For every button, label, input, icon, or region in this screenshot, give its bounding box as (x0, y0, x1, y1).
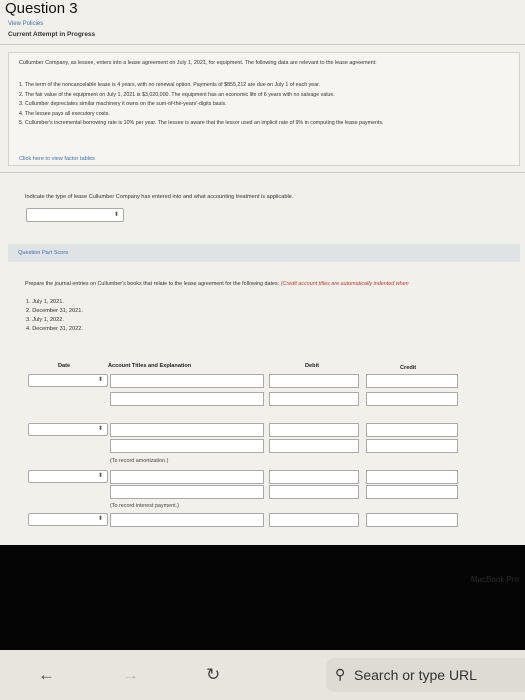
account-title-input[interactable] (110, 374, 264, 388)
screen-bezel-area: MacBook Pro (0, 545, 525, 650)
debit-input[interactable] (269, 374, 359, 388)
debit-input[interactable] (269, 439, 359, 453)
current-attempt-label: Current Attempt in Progress (8, 31, 96, 38)
question-part-score-bar: Question Part Score (8, 244, 520, 262)
fact-item: 5. Cullumber's incremental borrowing rat… (19, 120, 384, 126)
url-search-bar[interactable]: ⚲ Search or type URL (326, 658, 525, 692)
lease-type-prompt: Indicate the type of lease Cullumber Com… (25, 194, 294, 200)
date-column-header: Date (58, 363, 71, 369)
facts-list: 1. The term of the noncancelable lease i… (19, 81, 384, 129)
debit-input[interactable] (269, 470, 359, 484)
date-item: 1. July 1, 2021. (26, 299, 64, 305)
select-arrows-icon: ⬍ (113, 212, 119, 218)
fact-item: 1. The term of the noncancelable lease i… (19, 82, 321, 88)
lease-type-section: Indicate the type of lease Cullumber Com… (8, 170, 520, 280)
journal-prompt-text: Prepare the journal entries on Cullumber… (25, 281, 281, 287)
url-search-placeholder: Search or type URL (354, 667, 477, 683)
select-arrows-icon: ⬍ (97, 516, 103, 522)
credit-input[interactable] (366, 374, 458, 388)
interest-memo: (To record interest payment.) (110, 503, 179, 509)
date-item: 3. July 1, 2022. (26, 317, 64, 323)
view-policies-link[interactable]: View Policies (8, 21, 43, 27)
debit-column-header: Debit (305, 363, 319, 369)
debit-input[interactable] (269, 485, 359, 499)
fact-item: 3. Cullumber depreciates similar machine… (19, 101, 227, 107)
dates-list: 1. July 1, 2021. 2. December 31, 2021. 3… (26, 298, 83, 334)
date-select[interactable]: ⬍ (28, 374, 108, 387)
lease-type-select[interactable]: ⬍ (26, 208, 124, 222)
account-column-header: Account Titles and Explanation (108, 363, 192, 369)
question-title: Question 3 (5, 0, 78, 17)
credit-input[interactable] (366, 485, 458, 499)
date-select[interactable]: ⬍ (28, 423, 108, 436)
account-title-input[interactable] (110, 392, 264, 406)
fact-item: 4. The lessee pays all executory costs. (19, 110, 110, 117)
account-title-input[interactable] (110, 513, 264, 527)
factor-tables-link[interactable]: Click here to view factor tables (19, 156, 95, 162)
fact-item: 2. The fair value of the equipment on Ju… (19, 91, 335, 98)
credit-input[interactable] (366, 439, 458, 453)
back-arrow-icon[interactable]: ← (38, 666, 55, 683)
select-arrows-icon: ⬍ (97, 473, 103, 479)
journal-prompt: Prepare the journal entries on Cullumber… (25, 281, 409, 287)
select-arrows-icon: ⬍ (97, 426, 103, 432)
debit-input[interactable] (269, 513, 359, 527)
problem-intro: Cullumber Company, as lessee, enters int… (19, 60, 377, 66)
device-watermark: MacBook Pro (470, 575, 519, 584)
question-part-score-label: Question Part Score (18, 250, 69, 256)
credit-input[interactable] (366, 470, 458, 484)
account-title-input[interactable] (110, 439, 264, 453)
question-page: Question 3 View Policies Current Attempt… (0, 0, 525, 545)
journal-entry-table: Date Account Titles and Explanation Debi… (28, 363, 463, 538)
forward-arrow-icon[interactable]: → (122, 666, 139, 683)
credit-input[interactable] (366, 423, 458, 437)
account-title-input[interactable] (110, 485, 264, 499)
credit-column-header: Credit (400, 365, 417, 371)
journal-prompt-note: (Credit account titles are automatically… (280, 281, 409, 287)
date-select[interactable]: ⬍ (28, 513, 108, 526)
account-title-input[interactable] (110, 423, 264, 437)
browser-toolbar: ← → ↻ ⚲ Search or type URL (0, 650, 525, 700)
credit-input[interactable] (366, 513, 458, 527)
header-divider (0, 44, 525, 45)
debit-input[interactable] (269, 392, 359, 406)
date-item: 4. December 31, 2022. (26, 326, 83, 332)
credit-input[interactable] (366, 392, 458, 406)
account-title-input[interactable] (110, 470, 264, 484)
debit-input[interactable] (269, 423, 359, 437)
search-icon: ⚲ (335, 666, 346, 682)
select-arrows-icon: ⬍ (97, 377, 103, 383)
amortization-memo: (To record amortization.) (110, 458, 169, 464)
date-item: 2. December 31, 2021. (26, 308, 83, 314)
problem-statement: Cullumber Company, as lessee, enters int… (8, 52, 520, 166)
date-select[interactable]: ⬍ (28, 470, 108, 483)
reload-icon[interactable]: ↻ (206, 666, 220, 683)
